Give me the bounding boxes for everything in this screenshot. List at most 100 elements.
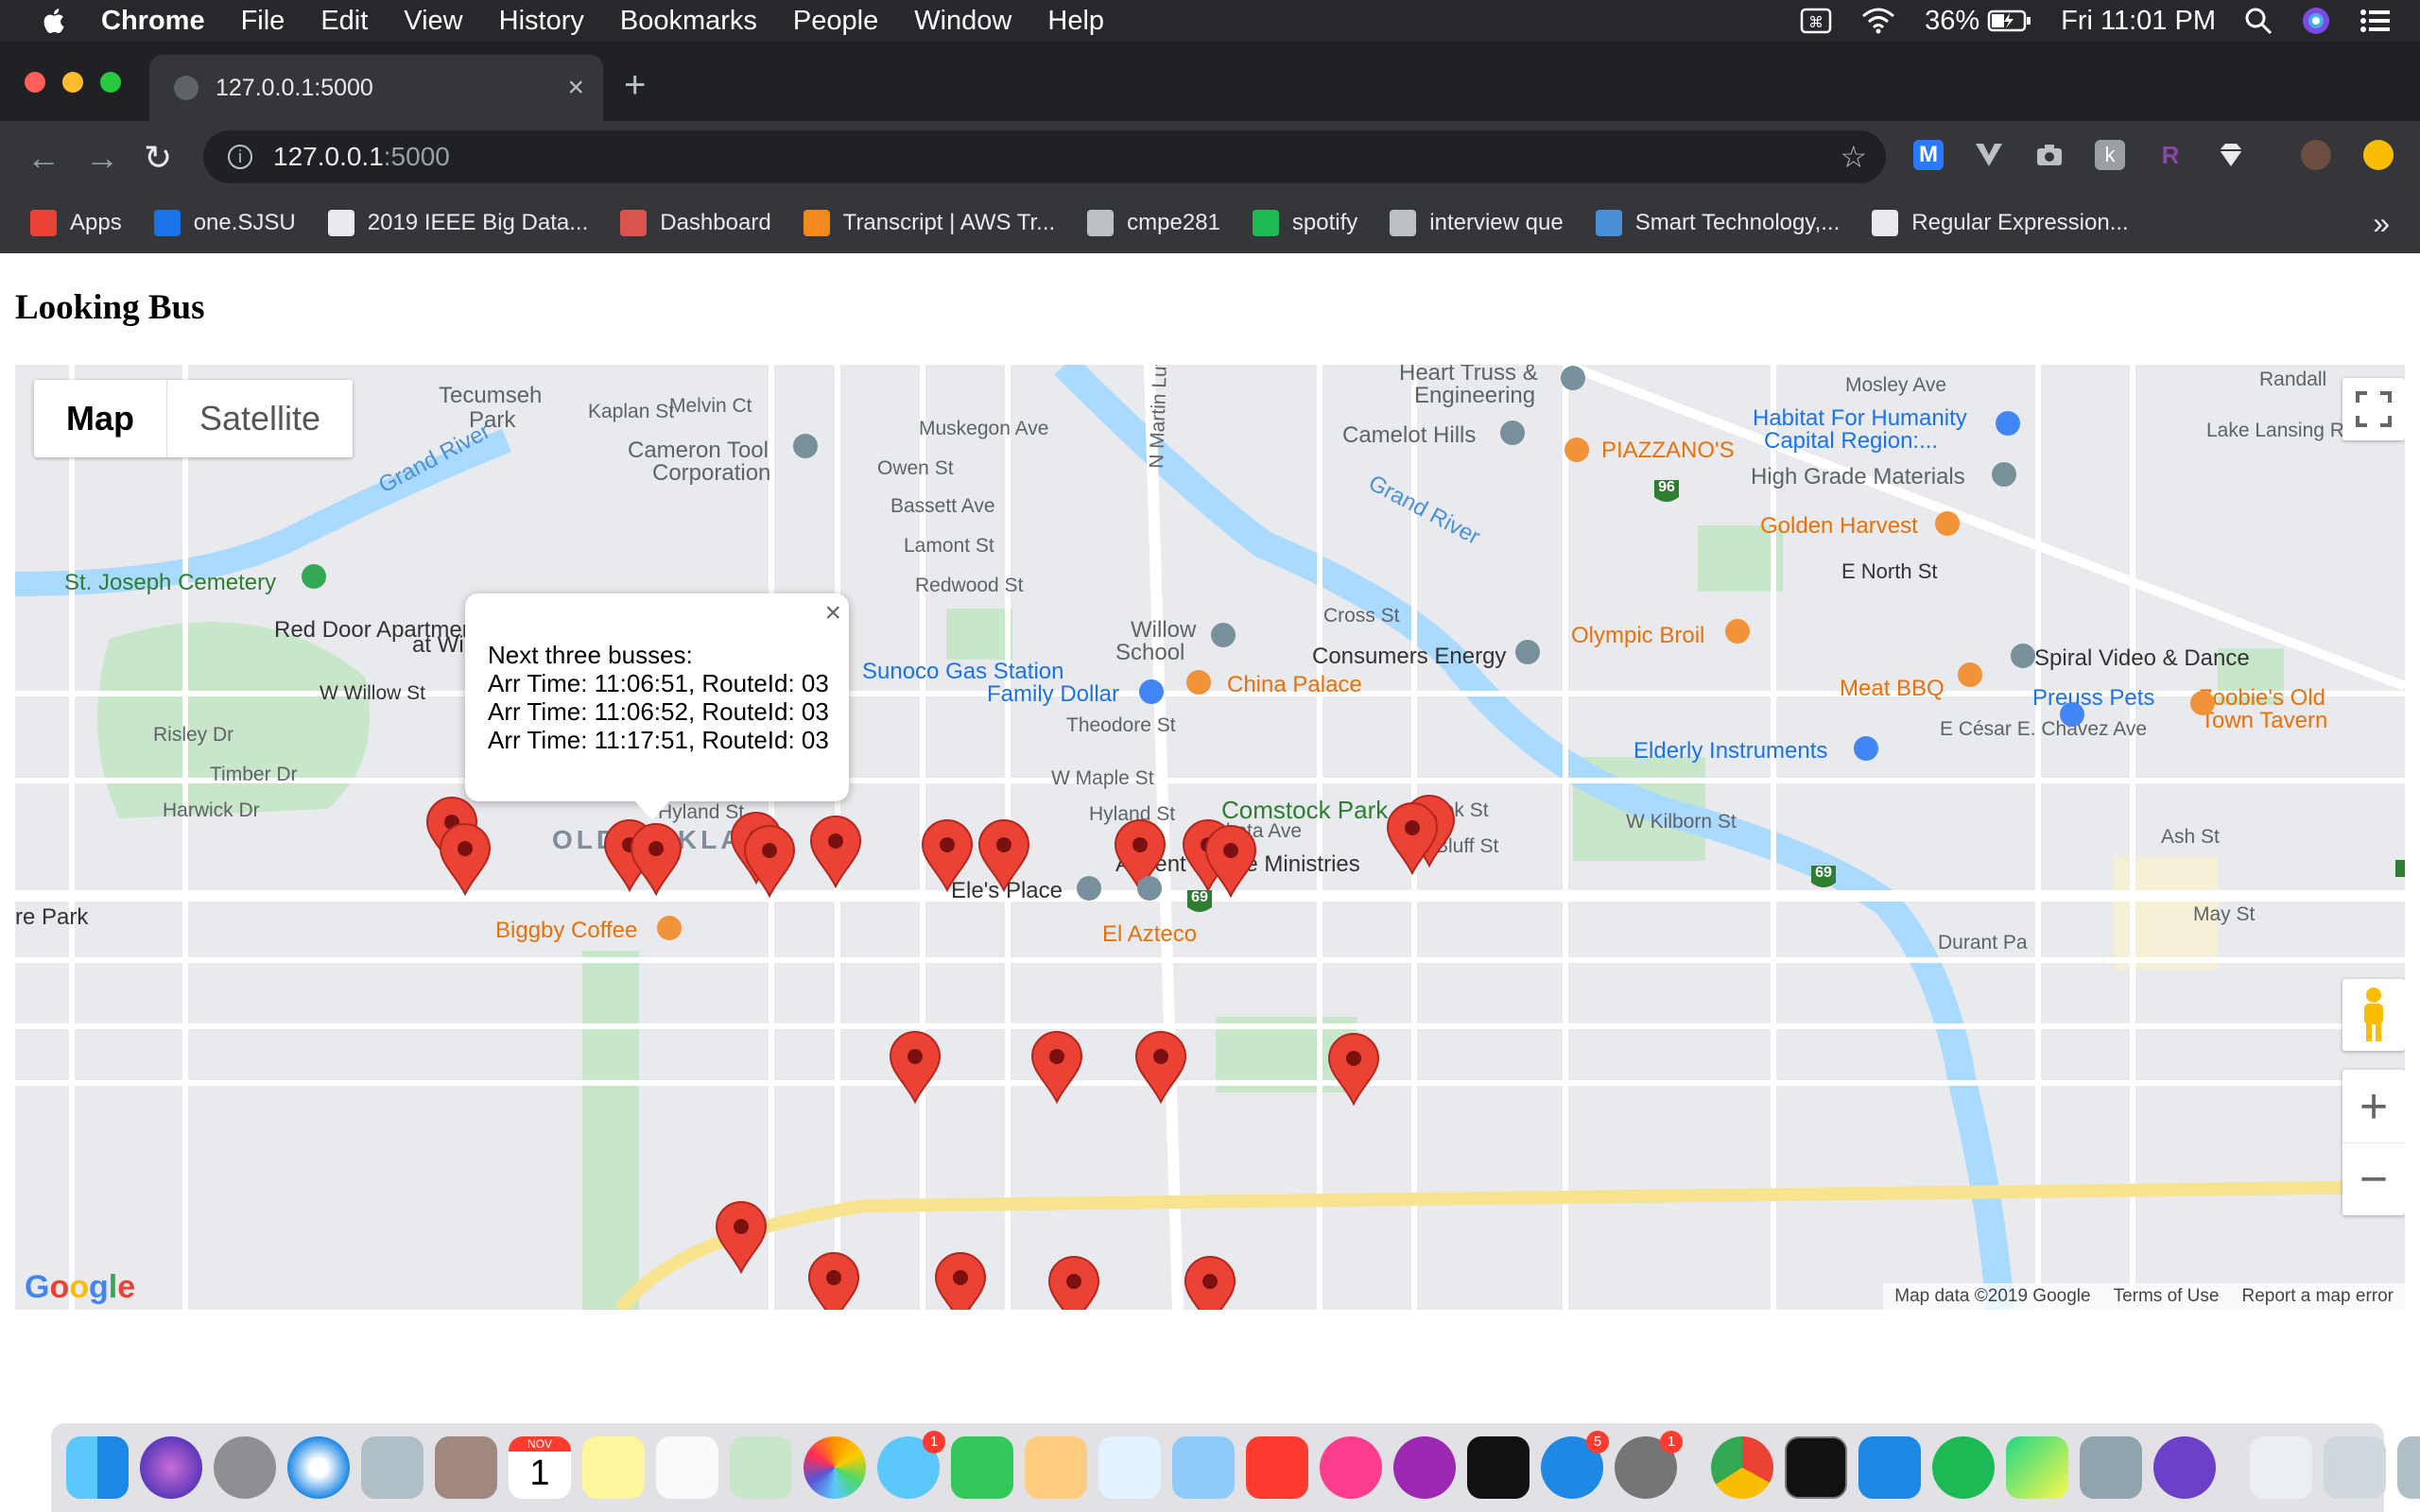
spotify-icon[interactable]	[1932, 1436, 1995, 1499]
safari-icon[interactable]	[287, 1436, 350, 1499]
site-info-icon[interactable]: i	[228, 145, 252, 169]
calendar-icon[interactable]: NOV 1	[509, 1436, 571, 1499]
bookmark-item[interactable]: spotify	[1252, 210, 1357, 236]
street-view-pegman-button[interactable]	[2342, 979, 2405, 1051]
extension-m-icon[interactable]: M	[1913, 140, 1944, 170]
pycharm-icon[interactable]	[2006, 1436, 2068, 1499]
spotlight-search-icon[interactable]	[2244, 7, 2273, 35]
svg-text:69: 69	[1191, 889, 1208, 905]
window-close-button[interactable]	[25, 72, 45, 93]
launchpad-icon[interactable]	[214, 1436, 276, 1499]
menu-window[interactable]: Window	[914, 6, 1011, 37]
zoom-out-button[interactable]: −	[2342, 1143, 2405, 1215]
extension-camera-icon[interactable]	[2034, 140, 2065, 170]
window-minimize-button[interactable]	[62, 72, 83, 93]
bookmark-item[interactable]: Transcript | AWS Tr...	[803, 210, 1055, 236]
bookmarks-bar: Apps one.SJSU 2019 IEEE Big Data... Dashboa…	[0, 193, 2420, 253]
contacts-icon[interactable]	[435, 1436, 497, 1499]
map-type-map-button[interactable]: Map	[34, 380, 167, 457]
bookmark-item[interactable]: interview que	[1390, 210, 1564, 236]
facetime-icon[interactable]	[951, 1436, 1013, 1499]
app-store-badge: 5	[1586, 1431, 1609, 1453]
bookmark-item[interactable]: one.SJSU	[153, 210, 296, 236]
info-window-close-icon[interactable]: ×	[824, 599, 841, 627]
apple-logo-icon[interactable]	[38, 7, 68, 35]
report-map-error-link[interactable]: Report a map error	[2241, 1286, 2394, 1307]
browser-tab[interactable]: 127.0.0.1:5000 ×	[149, 55, 603, 121]
documents-stack-icon[interactable]	[2250, 1436, 2312, 1499]
browser-tab-strip: 127.0.0.1:5000 × +	[0, 42, 2420, 121]
terms-of-use-link[interactable]: Terms of Use	[2114, 1286, 2220, 1307]
reminders-icon[interactable]	[656, 1436, 718, 1499]
google-logo[interactable]: Google	[25, 1269, 135, 1306]
window-zoom-button[interactable]	[100, 72, 121, 93]
bus-marker[interactable]	[1184, 1256, 1236, 1310]
chrome-icon[interactable]	[1711, 1436, 1773, 1499]
finder-icon[interactable]	[66, 1436, 129, 1499]
svg-text:Corporation: Corporation	[652, 460, 770, 486]
messages-icon[interactable]: 1	[877, 1431, 945, 1499]
extension-k-icon[interactable]: k	[2095, 140, 2125, 170]
menu-view[interactable]: View	[404, 6, 462, 37]
bookmark-item[interactable]: Dashboard	[620, 210, 771, 236]
extension-r-icon[interactable]: R	[2155, 140, 2186, 170]
vscode-icon[interactable]	[1858, 1436, 1921, 1499]
map-canvas[interactable]: TecumsehPark Melvin Ct Kaplan St Cameron…	[15, 365, 2405, 1310]
system-preferences-icon[interactable]: 1	[1615, 1431, 1683, 1499]
address-bar[interactable]: i 127.0.0.1:5000 ☆	[203, 130, 1886, 183]
profile-avatar[interactable]	[2301, 140, 2331, 170]
siri-dock-icon[interactable]	[140, 1436, 202, 1499]
bookmark-item[interactable]: 2019 IEEE Big Data...	[327, 210, 588, 236]
tab-close-icon[interactable]: ×	[567, 72, 584, 104]
trash-icon[interactable]	[2397, 1436, 2420, 1499]
bookmarks-overflow-button[interactable]: »	[2373, 206, 2390, 241]
terminal-icon[interactable]	[1785, 1436, 1847, 1499]
bus-marker[interactable]	[1047, 1256, 1100, 1310]
bookmark-star-icon[interactable]: ☆	[1840, 139, 1867, 175]
map-type-satellite-button[interactable]: Satellite	[167, 380, 353, 457]
preview-icon[interactable]	[2080, 1436, 2142, 1499]
extension-v-icon[interactable]	[1974, 140, 2004, 170]
podcasts-icon[interactable]	[1393, 1436, 1456, 1499]
menu-history[interactable]: History	[499, 6, 584, 37]
menubar-clock[interactable]: Fri 11:01 PM	[2061, 6, 2216, 37]
menu-app-name[interactable]: Chrome	[101, 6, 205, 37]
pages-icon[interactable]	[1025, 1436, 1087, 1499]
extension-status-icon[interactable]	[2363, 140, 2394, 170]
fullscreen-toggle-button[interactable]	[2342, 378, 2405, 440]
new-tab-button[interactable]: +	[624, 64, 646, 107]
github-desktop-icon[interactable]	[2153, 1436, 2216, 1499]
menu-bookmarks[interactable]: Bookmarks	[620, 6, 757, 37]
zoom-in-button[interactable]: +	[2342, 1071, 2405, 1143]
music-icon[interactable]	[1320, 1436, 1382, 1499]
bookmark-item[interactable]: Smart Technology,...	[1595, 210, 1840, 236]
forward-arrow-icon[interactable]: →	[85, 138, 119, 178]
bookmark-item[interactable]: Apps	[30, 210, 122, 236]
photos-icon[interactable]	[804, 1436, 866, 1499]
notes-icon[interactable]	[582, 1436, 645, 1499]
maps-icon[interactable]	[730, 1436, 792, 1499]
siri-icon[interactable]	[2301, 6, 2331, 36]
bookmark-item[interactable]: cmpe281	[1087, 210, 1220, 236]
app-store-icon[interactable]: 5	[1541, 1431, 1609, 1499]
menu-people[interactable]: People	[793, 6, 878, 37]
keynote-icon[interactable]	[1172, 1436, 1235, 1499]
menu-edit[interactable]: Edit	[320, 6, 368, 37]
extension-diamond-icon[interactable]	[2216, 140, 2246, 170]
back-arrow-icon[interactable]: ←	[26, 138, 60, 178]
bookmark-item[interactable]: Regular Expression...	[1872, 210, 2129, 236]
keyboard-shortcut-icon[interactable]: ⌘	[1800, 7, 1832, 35]
svg-text:Biggby Coffee: Biggby Coffee	[495, 918, 637, 943]
wifi-icon[interactable]	[1860, 7, 1896, 35]
screenshots-stack-icon[interactable]	[2324, 1436, 2386, 1499]
menu-file[interactable]: File	[241, 6, 285, 37]
battery-status[interactable]: 36%	[1925, 6, 2032, 37]
reload-icon[interactable]: ↻	[144, 138, 172, 178]
notification-center-icon[interactable]	[2360, 8, 2392, 34]
menu-help[interactable]: Help	[1047, 6, 1104, 37]
mail-icon[interactable]	[361, 1436, 424, 1499]
news-icon[interactable]	[1246, 1436, 1308, 1499]
google-map[interactable]: Tecumseh Park Melvin Ct Kaplan St Cameron…	[15, 365, 2405, 1310]
apple-tv-icon[interactable]	[1467, 1436, 1530, 1499]
numbers-icon[interactable]	[1098, 1436, 1161, 1499]
